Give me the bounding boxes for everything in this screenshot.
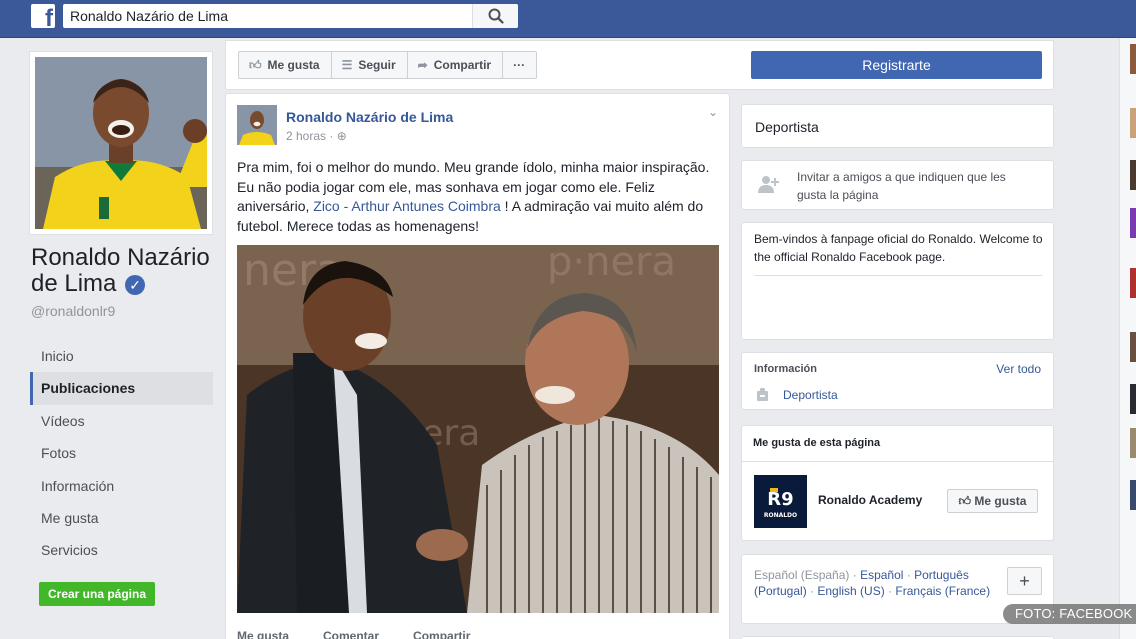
page-nav: Inicio Publicaciones Vídeos Fotos Inform…: [30, 340, 213, 567]
search-input[interactable]: [63, 4, 473, 28]
about-text: Bem-vindos à fanpage oficial do Ronaldo.…: [754, 232, 1043, 264]
thumbs-up-icon: 👍︎: [249, 57, 262, 72]
profile-photo: [35, 57, 207, 229]
share-arrow-icon: ➦: [417, 58, 428, 72]
page-name-text: Ronaldo Nazário de Lima: [31, 244, 210, 297]
post-card: Ronaldo Nazário de Lima 2 horas · ⊕ ⌄ Pr…: [225, 93, 730, 639]
like-page-label: Me gusta: [267, 58, 320, 72]
invite-friends-text: Invitar a amigos a que indiquen que les …: [797, 170, 1006, 202]
follow-button[interactable]: ☰ Seguir: [330, 51, 408, 79]
category-tag-icon: [757, 388, 768, 401]
svg-text:p·nera: p·nera: [547, 245, 676, 285]
post-mention-link[interactable]: Zico - Arthur Antunes Coimbra: [313, 198, 501, 214]
chat-contact-avatar[interactable]: [1130, 268, 1136, 298]
chat-contact-avatar[interactable]: [1130, 208, 1136, 238]
nav-item-services[interactable]: Servicios: [30, 534, 213, 566]
chat-contact-avatar[interactable]: [1130, 44, 1136, 74]
top-bar: f: [0, 0, 1136, 38]
post-body: Pra mim, foi o melhor do mundo. Meu gran…: [237, 158, 721, 236]
liked-page-name[interactable]: Ronaldo Academy: [818, 493, 922, 507]
add-friend-icon: [758, 176, 779, 193]
liked-pages-header: Me gusta de esta página: [753, 437, 881, 449]
liked-pages-divider: [742, 461, 1053, 462]
chat-contact-avatar[interactable]: [1130, 160, 1136, 190]
chat-contact-avatar[interactable]: [1130, 480, 1136, 510]
nav-item-posts[interactable]: Publicaciones: [30, 372, 213, 405]
liked-page-like-label: Me gusta: [974, 493, 1027, 508]
nav-item-about[interactable]: Información: [30, 470, 213, 502]
chat-contact-avatar[interactable]: [1130, 332, 1136, 362]
current-language: Español (España): [754, 568, 850, 582]
register-button[interactable]: Registrarte: [751, 51, 1042, 79]
page-title: Ronaldo Nazário de Lima ✓: [31, 245, 221, 297]
share-label: Compartir: [433, 58, 492, 72]
nav-item-photos[interactable]: Fotos: [30, 437, 213, 469]
search-box: [63, 4, 518, 28]
about-card: Bem-vindos à fanpage oficial do Ronaldo.…: [741, 222, 1054, 340]
nav-item-likes[interactable]: Me gusta: [30, 502, 213, 534]
chat-contact-avatar[interactable]: [1130, 384, 1136, 414]
search-icon: [488, 8, 504, 24]
search-button[interactable]: [472, 4, 518, 28]
follow-label: Seguir: [358, 58, 396, 72]
about-divider: [754, 275, 1042, 276]
post-time-text: 2 horas ·: [286, 129, 334, 143]
chat-contact-avatar[interactable]: [1130, 108, 1136, 138]
verified-badge-icon: ✓: [125, 275, 146, 295]
chat-contact-avatar[interactable]: [1130, 428, 1136, 458]
ronaldo-academy-logo[interactable]: R9 RONALDO: [754, 475, 807, 528]
more-languages-button[interactable]: +: [1007, 567, 1042, 595]
post-photo[interactable]: nera p·nera ·nera: [237, 245, 719, 613]
category-card: Deportista: [741, 104, 1054, 148]
more-label: ···: [513, 58, 526, 72]
liked-pages-card: Me gusta de esta página R9 RONALDO Ronal…: [741, 425, 1054, 541]
logo-mark-text: R9: [767, 489, 793, 510]
post-author-name[interactable]: Ronaldo Nazário de Lima: [286, 109, 453, 125]
facebook-logo-icon[interactable]: f: [31, 4, 55, 28]
photo-credit-watermark: FOTO: FACEBOOK: [1003, 604, 1136, 624]
thumbs-up-icon: 👍︎: [958, 493, 975, 508]
share-page-button[interactable]: ➦ Compartir: [406, 51, 504, 79]
info-category-link[interactable]: Deportista: [783, 388, 838, 402]
page-action-bar: 👍︎ Me gusta ☰ Seguir ➦ Compartir ··· Regist…: [225, 40, 1054, 90]
create-page-button[interactable]: Crear una página: [39, 582, 155, 606]
invite-friends-card[interactable]: Invitar a amigos a que indiquen que les …: [741, 160, 1054, 210]
more-options-button[interactable]: ···: [502, 51, 538, 79]
post-timestamp[interactable]: 2 horas · ⊕: [286, 129, 347, 143]
logo-sub-text: RONALDO: [764, 512, 797, 519]
globe-icon: ⊕: [336, 129, 347, 143]
see-all-link[interactable]: Ver todo: [996, 362, 1041, 376]
post-share-action[interactable]: Compartir: [413, 629, 470, 639]
rss-icon: ☰: [341, 58, 353, 72]
page-action-buttons: 👍︎ Me gusta ☰ Seguir ➦ Compartir ···: [238, 51, 538, 79]
post-like-action[interactable]: Me gusta: [237, 629, 289, 639]
language-link-fr[interactable]: Français (France): [895, 584, 990, 598]
page-handle: @ronaldonlr9: [31, 303, 116, 319]
post-action-row: Me gusta Comentar Compartir: [237, 629, 721, 639]
info-header: Información: [754, 363, 817, 375]
language-link-es[interactable]: Español: [860, 568, 903, 582]
language-link-en[interactable]: English (US): [817, 584, 884, 598]
post-comment-action[interactable]: Comentar: [323, 629, 379, 639]
language-list: Español (España) · Español · Português (…: [754, 568, 991, 599]
liked-page-like-button[interactable]: 👍︎ Me gusta: [947, 489, 1038, 513]
nav-item-home[interactable]: Inicio: [30, 340, 213, 372]
info-card: Información Ver todo Deportista: [741, 352, 1054, 410]
profile-picture[interactable]: [29, 51, 213, 235]
like-page-button[interactable]: 👍︎ Me gusta: [238, 51, 332, 79]
post-options-chevron-icon[interactable]: ⌄: [708, 105, 718, 119]
post-author-avatar[interactable]: [237, 105, 277, 145]
category-label: Deportista: [755, 119, 819, 135]
nav-item-videos[interactable]: Vídeos: [30, 405, 213, 437]
